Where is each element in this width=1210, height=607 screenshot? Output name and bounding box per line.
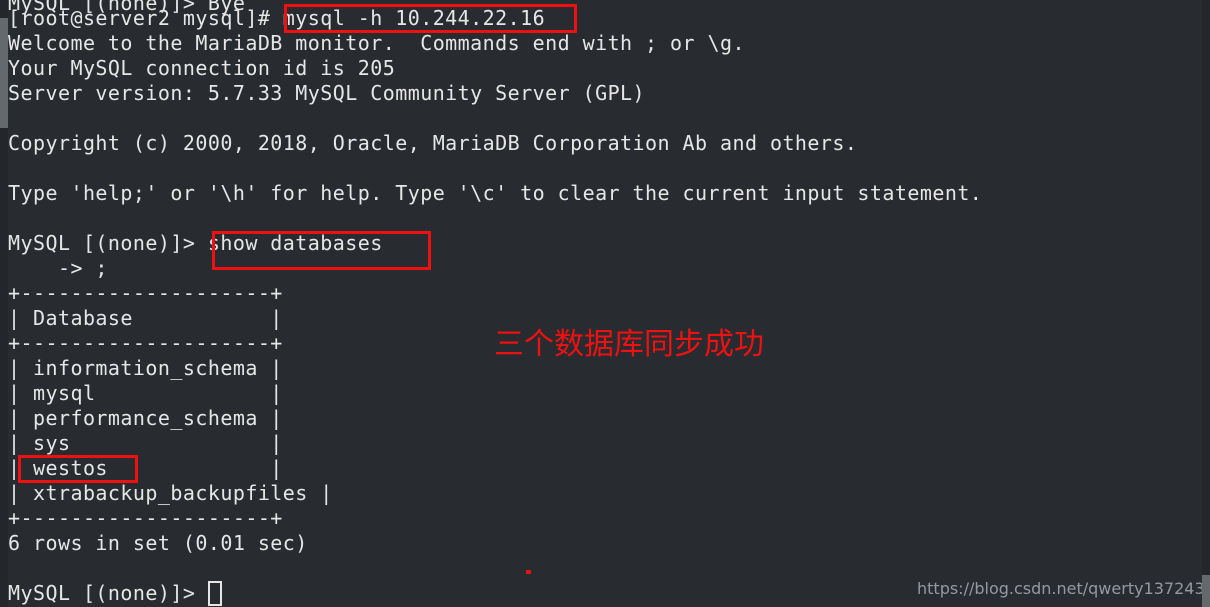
terminal-line: | sys | [8,431,283,455]
right-scrollbar-thumb[interactable] [1202,575,1210,607]
right-scroll-gutter[interactable] [1202,0,1210,607]
terminal-window[interactable]: MySQL [(none)]> Bye [root@server2 mysql]#… [0,0,1210,607]
text-cursor [208,581,222,606]
red-artifact-dot [526,570,531,574]
terminal-line: Server version: 5.7.33 MySQL Community S… [8,81,646,105]
terminal-line: Type 'help;' or '\h' for help. Type '\c'… [8,181,983,205]
terminal-line: MySQL [(none)]> [8,581,208,605]
terminal-line: MySQL [(none)]> show databases [8,231,383,255]
terminal-screen[interactable]: MySQL [(none)]> Bye [root@server2 mysql]#… [8,0,1202,607]
terminal-line: +--------------------+ [8,331,283,355]
watermark-url: https://blog.csdn.net/qwerty1372431588 [917,579,1210,598]
terminal-line: | westos | [8,456,283,480]
terminal-line: Your MySQL connection id is 205 [8,56,396,80]
terminal-line: | performance_schema | [8,406,283,430]
terminal-line: | information_schema | [8,356,283,380]
terminal-line: | xtrabackup_backupfiles | [8,481,333,505]
terminal-line: Copyright (c) 2000, 2018, Oracle, MariaD… [8,131,858,155]
terminal-line: Welcome to the MariaDB monitor. Commands… [8,31,745,55]
chinese-annotation-label: 三个数据库同步成功 [494,327,764,362]
terminal-line: | mysql | [8,381,283,405]
terminal-line: | Database | [8,306,283,330]
terminal-line: [root@server2 mysql]# mysql -h 10.244.22… [8,6,546,30]
left-scroll-gutter[interactable] [0,0,8,607]
terminal-line: 6 rows in set (0.01 sec) [8,531,308,555]
terminal-line: -> ; [8,256,108,280]
terminal-line: +--------------------+ [8,506,283,530]
left-scrollbar-thumb[interactable] [0,18,8,128]
terminal-line: +--------------------+ [8,281,283,305]
